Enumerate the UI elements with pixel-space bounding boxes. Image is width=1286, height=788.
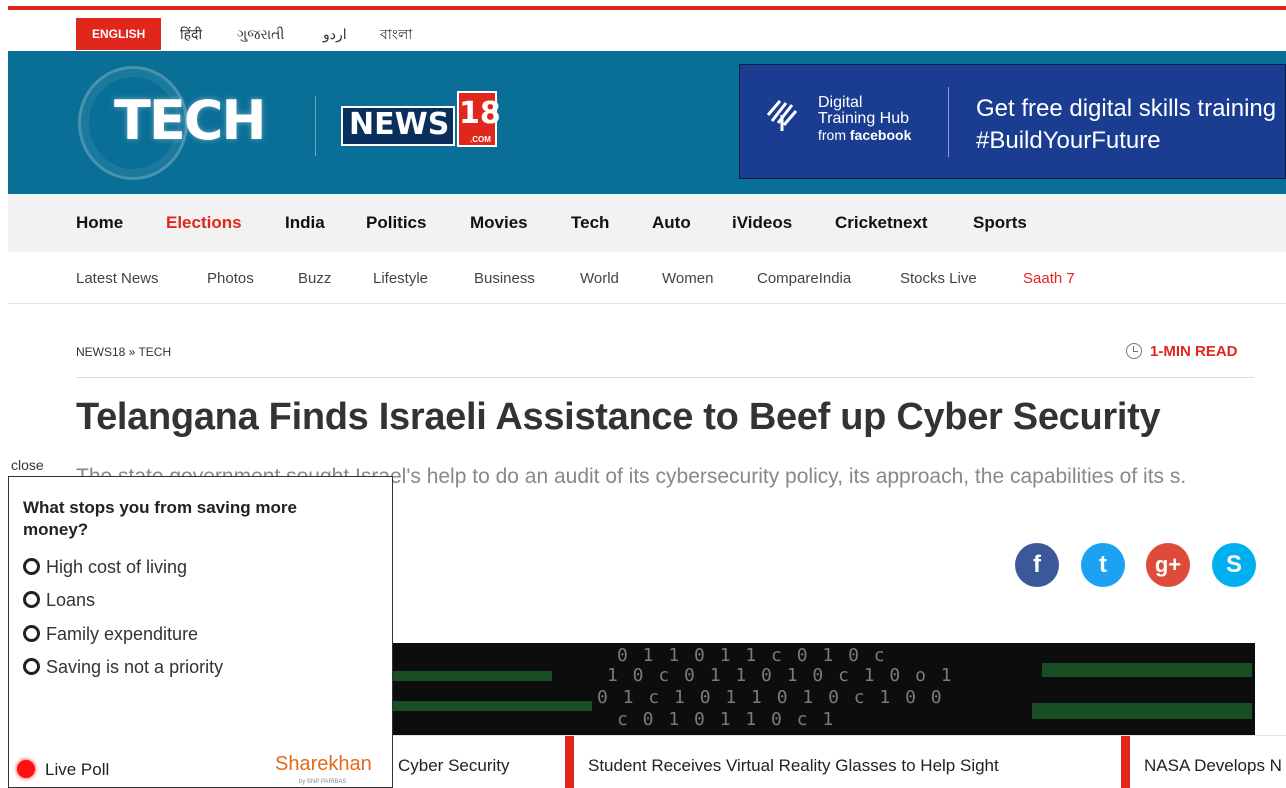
nav-cricketnext[interactable]: Cricketnext [835, 213, 928, 233]
googleplus-share-icon[interactable]: g+ [1146, 543, 1190, 587]
subnav-business[interactable]: Business [474, 270, 535, 287]
ticker-separator [1121, 736, 1130, 788]
subnav-compareindia[interactable]: CompareIndia [757, 270, 851, 287]
skype-share-icon[interactable]: S [1212, 543, 1256, 587]
live-dot-icon [17, 760, 35, 778]
nav-home[interactable]: Home [76, 213, 123, 233]
nav-movies[interactable]: Movies [470, 213, 528, 233]
article-title: Telangana Finds Israeli Assistance to Be… [76, 396, 1161, 438]
poll-option-cost-of-living[interactable]: High cost of living [23, 557, 187, 578]
poll-option-loans[interactable]: Loans [23, 590, 95, 611]
news18-logo-com: .COM [470, 135, 491, 144]
radio-icon[interactable] [23, 558, 40, 575]
language-bar: ENGLISH हिंदी ગુજરાતી اردو বাংলা [8, 10, 1286, 50]
article-hero-image: 0 1 1 0 1 1 c 0 1 0 c 1 0 c 0 1 1 0 1 0 … [392, 643, 1255, 735]
subnav-women[interactable]: Women [662, 270, 713, 287]
clock-icon [1126, 343, 1142, 359]
nav-auto[interactable]: Auto [652, 213, 691, 233]
sharekhan-logo[interactable]: Sharekhan by BNP PARIBAS [275, 753, 372, 785]
poll-question: What stops you from saving more money? [23, 498, 297, 539]
radio-icon[interactable] [23, 591, 40, 608]
subnav-latest-news[interactable]: Latest News [76, 270, 159, 287]
breadcrumb[interactable]: NEWS18 » TECH [76, 345, 171, 359]
poll-option-family-expenditure[interactable]: Family expenditure [23, 624, 198, 645]
ticker-item[interactable]: NASA Develops N [1144, 756, 1282, 776]
subnav-stocks-live[interactable]: Stocks Live [900, 270, 977, 287]
facebook-ad-banner[interactable]: Digital Training Hub from facebook Get f… [739, 64, 1286, 179]
subnav-world[interactable]: World [580, 270, 619, 287]
lang-hindi[interactable]: हिंदी [180, 18, 202, 50]
brand-divider [315, 96, 316, 156]
read-time: 1-MIN READ [1126, 343, 1238, 360]
nav-ivideos[interactable]: iVideos [732, 213, 792, 233]
radio-icon[interactable] [23, 658, 40, 675]
news-ticker: Cyber Security Student Receives Virtual … [393, 735, 1286, 788]
lang-bangla[interactable]: বাংলা [380, 18, 412, 50]
facebook-share-icon[interactable]: f [1015, 543, 1059, 587]
sub-navigation: Latest News Photos Buzz Lifestyle Busine… [8, 253, 1286, 304]
poll-close-button[interactable]: close [11, 457, 44, 473]
lang-english[interactable]: ENGLISH [76, 18, 162, 50]
news18-logo[interactable]: NEWS [341, 106, 456, 146]
nav-politics[interactable]: Politics [366, 213, 426, 233]
nav-india[interactable]: India [285, 213, 325, 233]
subnav-saath-7[interactable]: Saath 7 [1023, 270, 1075, 287]
main-navigation: Home Elections India Politics Movies Tec… [8, 194, 1286, 252]
lang-urdu[interactable]: اردو [323, 18, 347, 50]
nav-sports[interactable]: Sports [973, 213, 1027, 233]
lang-gujarati[interactable]: ગુજરાતી [237, 18, 284, 50]
ad-separator [948, 87, 949, 157]
poll-option-not-priority[interactable]: Saving is not a priority [23, 657, 223, 678]
ticker-separator [565, 736, 574, 788]
digital-hub-text: Digital Training Hub from facebook [818, 94, 912, 144]
divider [76, 377, 1254, 378]
subnav-photos[interactable]: Photos [207, 270, 254, 287]
ad-copy: Get free digital skills training #BuildY… [976, 95, 1277, 154]
tech-logo[interactable]: TECH [114, 89, 267, 152]
live-poll-widget: What stops you from saving more money? H… [8, 476, 393, 788]
subnav-lifestyle[interactable]: Lifestyle [373, 270, 428, 287]
radio-icon[interactable] [23, 625, 40, 642]
brand-header: TECH NEWS 18 .COM Digital Training Hub f… [8, 51, 1286, 194]
ticker-item[interactable]: Cyber Security [398, 756, 509, 776]
twitter-share-icon[interactable]: t [1081, 543, 1125, 587]
nav-elections[interactable]: Elections [166, 213, 242, 233]
nav-tech[interactable]: Tech [571, 213, 609, 233]
subnav-buzz[interactable]: Buzz [298, 270, 331, 287]
digital-hub-icon [766, 100, 798, 131]
ticker-item[interactable]: Student Receives Virtual Reality Glasses… [588, 756, 999, 776]
live-poll-label: Live Poll [17, 760, 109, 780]
